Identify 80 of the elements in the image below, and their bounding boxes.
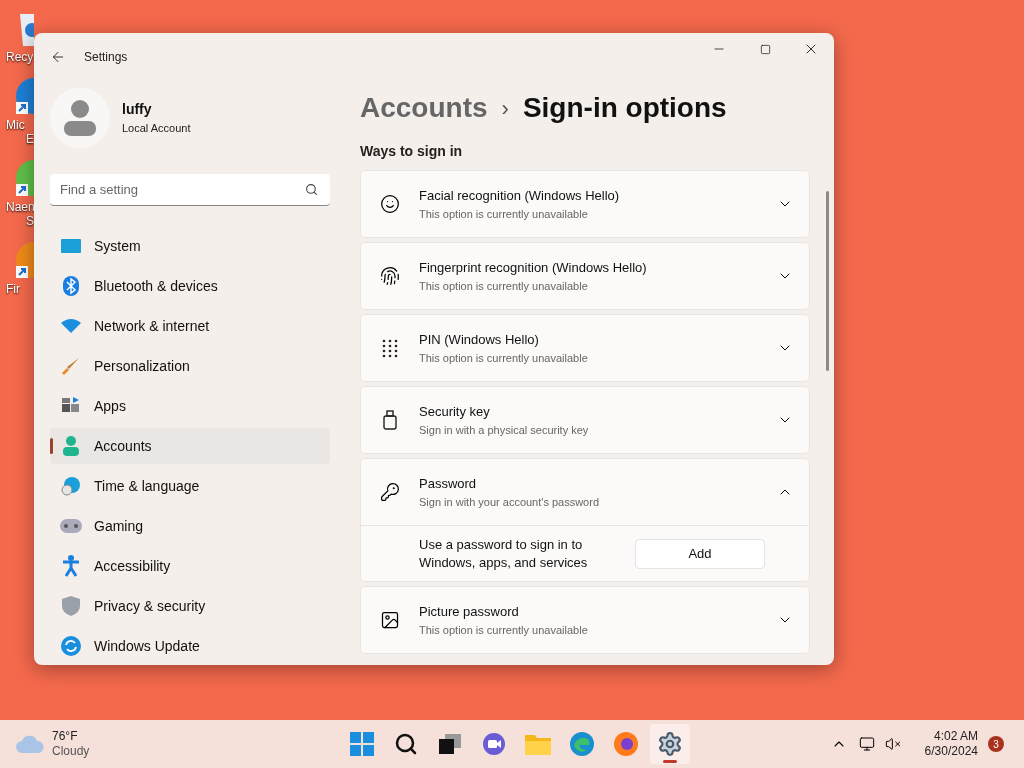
folder-icon <box>525 733 551 755</box>
option-title: Password <box>419 475 478 493</box>
desktop-icon-label: Fir <box>6 282 20 296</box>
dot-grid-icon <box>382 338 398 358</box>
shield-icon <box>60 595 82 617</box>
selection-indicator <box>50 438 53 454</box>
monitor-icon[interactable] <box>858 736 875 752</box>
notification-badge[interactable]: 3 <box>988 736 1004 752</box>
nav-item[interactable]: Apps <box>50 388 330 424</box>
settings-icon <box>657 731 683 757</box>
option-subtitle: Sign in with your account's password <box>419 494 600 510</box>
globe-clock-icon <box>60 475 82 497</box>
option-header[interactable]: PIN (Windows Hello) This option is currently unavailable <box>361 315 809 381</box>
page-title: Sign-in options <box>522 91 727 125</box>
desktop-icon-label: S <box>25 214 34 228</box>
brush-icon <box>60 355 82 377</box>
nav-item[interactable]: Personalization <box>50 348 330 384</box>
option-detail-text: Use a password to sign in to Windows, apps, and services <box>419 535 589 572</box>
security-key-icon <box>383 410 397 430</box>
bluetooth-icon <box>60 275 82 297</box>
browser-icon <box>570 732 594 756</box>
nav-item[interactable]: Time & language <box>50 468 330 504</box>
muted-speaker-icon[interactable] <box>884 736 901 752</box>
option-title: Security key <box>419 403 491 421</box>
key-icon <box>380 482 400 502</box>
weather-condition[interactable]: Cloudy <box>52 744 90 759</box>
option-title: PIN (Windows Hello) <box>419 331 540 349</box>
search-icon <box>394 732 418 756</box>
add-button[interactable]: Add <box>635 538 765 569</box>
weather-temperature[interactable]: 76°F <box>52 729 90 744</box>
nav-item[interactable]: System <box>50 228 330 264</box>
settings-taskbar-button[interactable] <box>650 724 690 764</box>
section-title: Ways to sign in <box>360 142 464 161</box>
option-title: Fingerprint recognition (Windows Hello) <box>419 259 647 277</box>
window-title: Settings <box>84 49 128 66</box>
desktop-icon-label: E <box>25 132 34 146</box>
breadcrumb-separator: › <box>501 94 509 123</box>
nav-item[interactable]: Windows Update <box>50 628 330 664</box>
option-header[interactable]: Fingerprint recognition (Windows Hello) This option is currently unavailable <box>361 243 809 309</box>
task-view-icon <box>439 734 461 754</box>
maximize-icon <box>759 43 771 55</box>
nav-item[interactable]: Accessibility <box>50 548 330 584</box>
option-header[interactable]: Picture password This option is currently unavailable <box>361 587 809 653</box>
windows-logo-icon <box>350 732 374 756</box>
option-header[interactable]: Security key Sign in with a physical security key <box>361 387 809 453</box>
search-field[interactable]: Find a setting <box>50 174 330 206</box>
desktop-icon-label: Naen <box>6 200 35 214</box>
nav-item[interactable]: Network & internet <box>50 308 330 344</box>
desktop-icon-label: Mic <box>6 118 25 132</box>
running-indicator <box>663 760 677 763</box>
account-type: Local Account <box>122 121 191 137</box>
option-title: Picture password <box>419 603 520 621</box>
clock-date[interactable]: 6/30/2024 <box>924 744 978 759</box>
person-silhouette-icon <box>64 100 96 136</box>
nav-item[interactable]: Accounts <box>50 428 330 464</box>
search-icon <box>305 183 318 196</box>
image-icon <box>380 610 400 630</box>
option-subtitle: This option is currently unavailable <box>419 206 589 222</box>
sync-icon <box>60 635 82 657</box>
option-title: Facial recognition (Windows Hello) <box>419 187 620 205</box>
person-icon <box>60 435 82 457</box>
option-subtitle: This option is currently unavailable <box>419 622 588 638</box>
option-subtitle: Sign in with a physical security key <box>419 422 589 438</box>
cloud-icon <box>16 735 44 753</box>
chat-icon <box>482 732 506 756</box>
nav-item[interactable]: Bluetooth & devices <box>50 268 330 304</box>
clock-time[interactable]: 4:02 AM <box>933 729 978 744</box>
desktop-icon-label: Recy <box>6 50 34 64</box>
fingerprint-icon <box>380 266 400 286</box>
option-header[interactable]: Facial recognition (Windows Hello) This option is currently unavailable <box>361 171 809 237</box>
option-subtitle: This option is currently unavailable <box>419 350 588 366</box>
nav-item[interactable]: Privacy & security <box>50 588 330 624</box>
profile-name: luffy <box>122 100 153 120</box>
option-header[interactable]: Password Sign in with your account's password <box>361 459 809 525</box>
option-subtitle: This option is currently unavailable <box>419 278 589 294</box>
fox-browser-icon <box>614 732 638 756</box>
nav-item[interactable]: Gaming <box>50 508 330 544</box>
breadcrumb-parent[interactable]: Accounts <box>360 87 488 129</box>
accessibility-icon <box>60 555 82 577</box>
smile-icon <box>380 194 400 214</box>
